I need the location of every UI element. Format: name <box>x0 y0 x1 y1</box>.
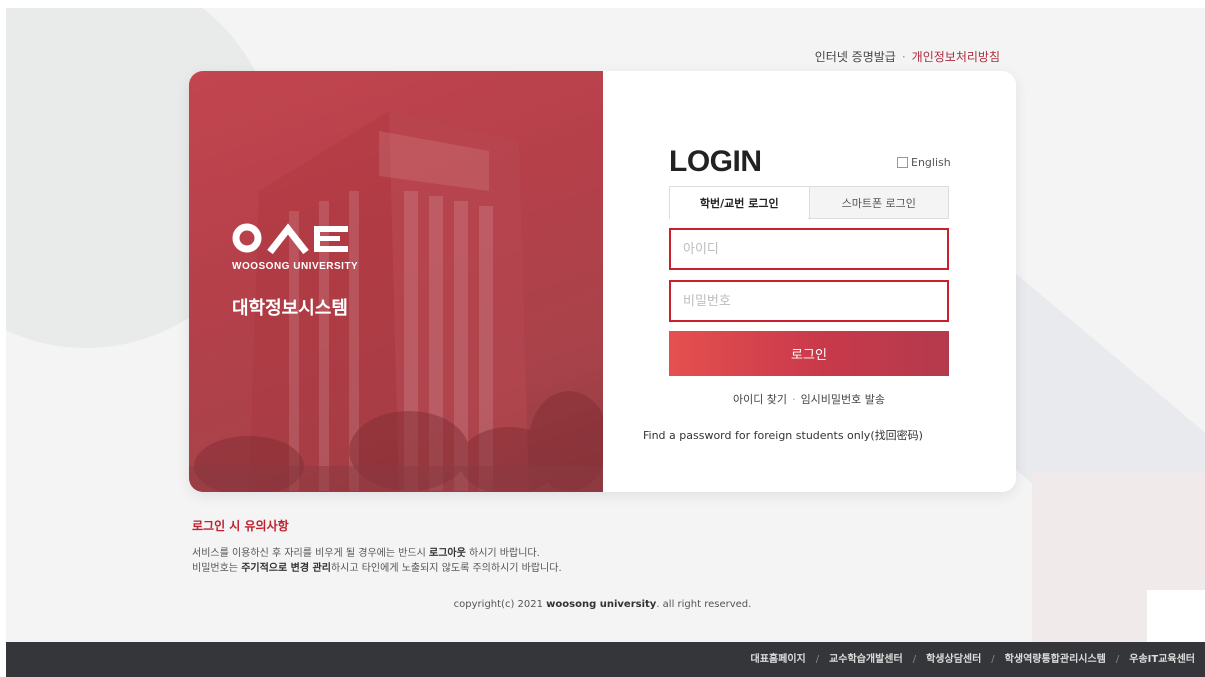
find-links: 아이디 찾기 · 임시비밀번호 발송 <box>669 391 949 407</box>
login-title: LOGIN <box>669 145 762 178</box>
footer-link-teaching-center[interactable]: 교수학습개발센터 <box>829 654 903 665</box>
footer-links: 대표홈페이지 / 교수학습개발센터 / 학생상담센터 / 학생역량통합관리시스템 / 우송IT교… <box>750 654 1195 665</box>
login-card: WOOSONG UNIVERSITY 대학정보시스템 LOGIN English… <box>189 71 1016 492</box>
footer-link-counseling-center[interactable]: 학생상담센터 <box>926 654 981 665</box>
foreign-password-link[interactable]: Find a password for foreign students onl… <box>643 427 983 443</box>
tab-id-login[interactable]: 학번/교번 로그인 <box>669 186 810 219</box>
find-links-separator: · <box>792 393 796 406</box>
login-button[interactable]: 로그인 <box>669 331 949 376</box>
password-input[interactable] <box>669 280 949 322</box>
notice-line-2: 비밀번호는 주기적으로 변경 관리하시고 타인에게 노출되지 않도록 주의하시기… <box>192 563 562 574</box>
brand-panel: WOOSONG UNIVERSITY 대학정보시스템 <box>189 71 603 492</box>
background-block-inner <box>1147 590 1205 642</box>
id-input[interactable] <box>669 228 949 270</box>
system-name: 대학정보시스템 <box>232 298 348 319</box>
footer-bar: 대표홈페이지 / 교수학습개발센터 / 학생상담센터 / 학생역량통합관리시스템 / 우송IT교… <box>6 642 1205 677</box>
privacy-policy-link[interactable]: 개인정보처리방침 <box>912 50 1000 64</box>
certificate-link[interactable]: 인터넷 증명발급 <box>815 50 896 64</box>
english-checkbox[interactable] <box>897 157 908 168</box>
brand-logo-block: WOOSONG UNIVERSITY 대학정보시스템 <box>232 221 358 320</box>
tab-smartphone-login[interactable]: 스마트폰 로그인 <box>809 186 949 219</box>
footer-link-homepage[interactable]: 대표홈페이지 <box>751 654 806 665</box>
login-notice: 로그인 시 유의사항 서비스를 이용하신 후 자리를 비우게 될 경우에는 반드… <box>192 517 562 576</box>
notice-line-1: 서비스를 이용하신 후 자리를 비우게 될 경우에는 반드시 로그아웃 하시기 … <box>192 548 540 559</box>
footer-link-it-education[interactable]: 우송IT교육센터 <box>1129 654 1195 665</box>
top-links-separator: · <box>901 50 906 64</box>
find-id-link[interactable]: 아이디 찾기 <box>733 393 787 406</box>
footer-link-competency-system[interactable]: 학생역량통합관리시스템 <box>1005 654 1106 665</box>
university-name: WOOSONG UNIVERSITY <box>232 261 359 272</box>
english-toggle[interactable]: English <box>897 156 951 169</box>
login-tabs: 학번/교번 로그인 스마트폰 로그인 <box>669 186 949 219</box>
temp-password-link[interactable]: 임시비밀번호 발송 <box>801 393 885 406</box>
active-tab-underline-gap <box>670 218 808 219</box>
top-links: 인터넷 증명발급 · 개인정보처리방침 <box>780 48 1000 65</box>
notice-title: 로그인 시 유의사항 <box>192 519 289 533</box>
login-panel: LOGIN English 학번/교번 로그인 스마트폰 로그인 로그인 아이디… <box>603 71 1016 492</box>
english-label: English <box>911 156 951 169</box>
copyright: copyright(c) 2021 woosong university. al… <box>453 599 752 610</box>
woosong-logo-icon <box>232 223 348 255</box>
